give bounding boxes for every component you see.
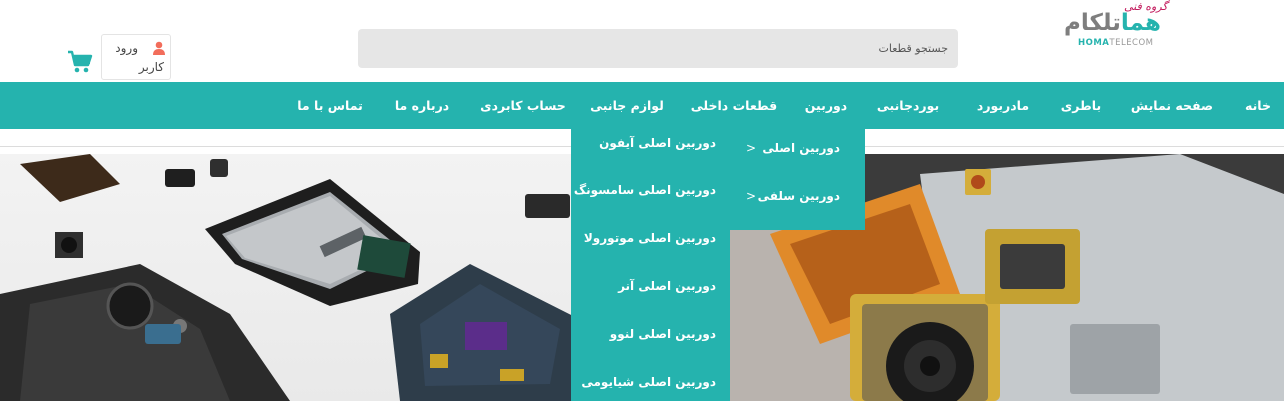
login-label: ورود <box>115 41 138 55</box>
submenu-item-samsung[interactable]: دوربین اصلی سامسونگ <box>574 183 716 197</box>
flyout-label-selfie: دوربین سلفی <box>757 189 840 203</box>
nav-item-accessories[interactable]: لوازم جانبی <box>590 82 664 129</box>
logo-subtitle: HOMATELECOM <box>1078 38 1154 48</box>
search-input[interactable] <box>358 29 958 68</box>
cart-icon[interactable] <box>67 50 93 74</box>
user-icon <box>153 41 165 55</box>
logo-wordmark-a: هما <box>1120 10 1162 36</box>
nav-item-camera[interactable]: دوربین <box>805 82 847 129</box>
camera-type-menu: دوربین اصلی > دوربین سلفی > <box>730 129 865 230</box>
logo-sub-b: TELECOM <box>1109 38 1154 48</box>
submenu-item-lenovo[interactable]: دوربین اصلی لنوو <box>610 327 716 341</box>
camera-submenu: دوربین اصلی آیفون دوربین اصلی سامسونگ دو… <box>571 129 730 401</box>
logo-wordmark-b: تلکام <box>1064 10 1122 36</box>
nav-item-account[interactable]: حساب کابردی <box>480 82 566 129</box>
banner-image-phone-parts <box>0 154 620 401</box>
nav-item-contact[interactable]: تماس با ما <box>297 82 363 129</box>
submenu-item-xiaomi[interactable]: دوربین اصلی شیایومی <box>581 375 716 389</box>
search-bar <box>358 29 958 68</box>
chevron-right-icon: > <box>746 189 757 203</box>
login-button[interactable]: ورود کاربر <box>101 34 171 80</box>
logo-wordmark: هماتلکام <box>1064 10 1162 36</box>
main-nav: خانه صفحه نمایش باطری مادربورد بوردجانبی… <box>0 82 1284 129</box>
nav-item-sideboard[interactable]: بوردجانبی <box>877 82 939 129</box>
page: گروه فنی هماتلکام HOMATELECOM ورود کاربر… <box>0 0 1284 401</box>
nav-item-about[interactable]: درباره ما <box>395 82 449 129</box>
nav-item-internal-parts[interactable]: قطعات داخلی <box>691 82 777 129</box>
logo-sub-a: HOMA <box>1078 38 1110 48</box>
chevron-right-icon: > <box>746 141 757 155</box>
nav-item-battery[interactable]: باطری <box>1061 82 1101 129</box>
nav-item-motherboard[interactable]: مادربورد <box>977 82 1029 129</box>
site-logo[interactable]: گروه فنی هماتلکام HOMATELECOM <box>1062 0 1202 66</box>
nav-item-display[interactable]: صفحه نمایش <box>1131 82 1213 129</box>
submenu-item-iphone[interactable]: دوربین اصلی آیفون <box>599 136 716 150</box>
submenu-item-honor[interactable]: دوربین اصلی آنر <box>618 279 716 293</box>
submenu-item-motorola[interactable]: دوربین اصلی موتورولا <box>584 231 716 245</box>
flyout-label-main: دوربین اصلی <box>762 141 840 155</box>
login-label-sub: کاربر <box>138 60 164 74</box>
nav-item-home[interactable]: خانه <box>1245 82 1271 129</box>
